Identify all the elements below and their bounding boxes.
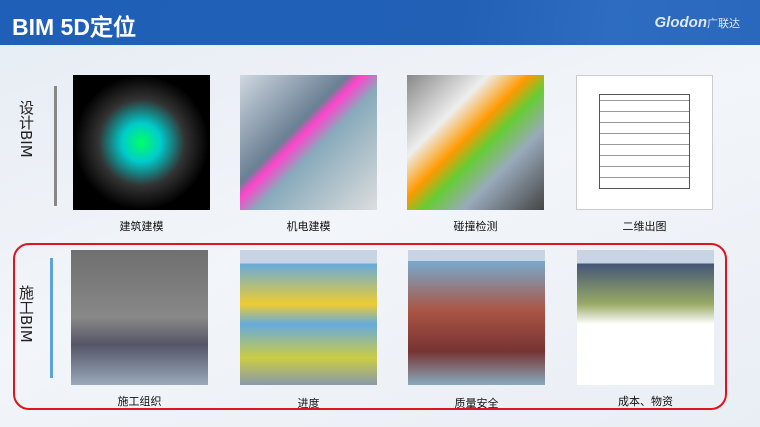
cost-materials-image	[577, 250, 714, 385]
schedule-image	[240, 250, 377, 385]
clash-detection-image	[407, 75, 544, 210]
construction-bim-label: 施工BIM	[17, 285, 35, 343]
construction-divider	[50, 258, 53, 378]
quality-safety-image	[408, 250, 545, 385]
caption: 质量安全	[454, 397, 499, 410]
design-bim-label: 设计BIM	[17, 100, 35, 158]
caption: 二维出图	[622, 220, 667, 233]
glodon-logo: Glodon广联达	[654, 14, 741, 31]
design-divider	[54, 86, 57, 206]
caption: 碰撞检测	[453, 220, 498, 233]
caption: 机电建模	[286, 220, 331, 233]
page-title: BIM 5D定位	[12, 14, 136, 40]
header-bar: BIM 5D定位 Glodon广联达	[0, 0, 760, 45]
mep-model-image	[240, 75, 377, 210]
caption: 成本、物资	[618, 395, 673, 408]
construction-organization-image	[71, 250, 208, 385]
caption: 施工组织	[117, 395, 162, 408]
architecture-model-image	[73, 75, 210, 210]
caption: 建筑建模	[119, 220, 164, 233]
caption: 进度	[297, 397, 320, 410]
2d-drawing-image	[576, 75, 713, 210]
